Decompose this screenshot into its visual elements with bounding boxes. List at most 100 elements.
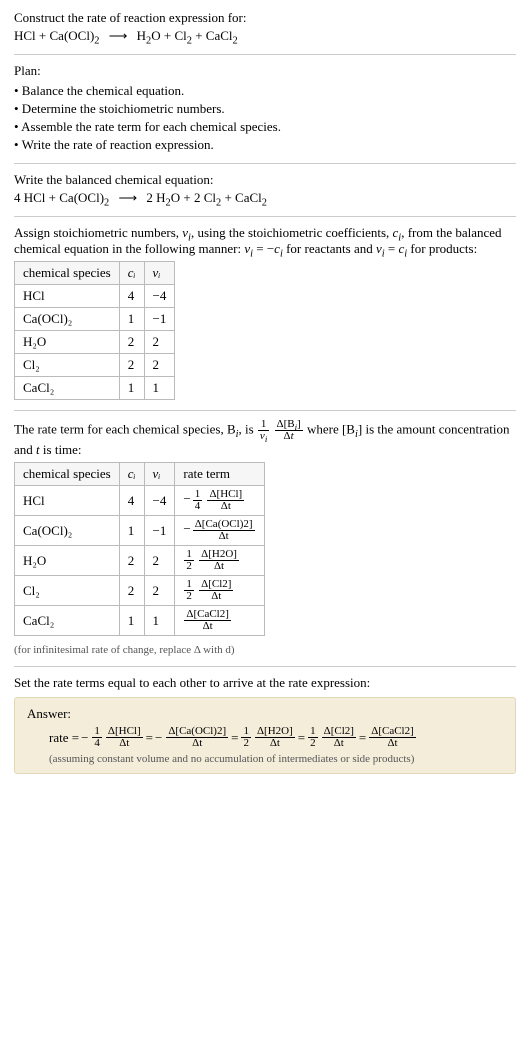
den: 2 [308, 737, 318, 749]
den: Δt [193, 530, 255, 542]
den: 2 [184, 560, 194, 572]
answer-label: Answer: [27, 706, 503, 722]
num: 1 [193, 489, 203, 500]
coef-frac: 12 [184, 579, 194, 602]
neg-sign: − [81, 730, 88, 746]
table-row: H₂O2212 Δ[H2O]Δt [15, 546, 265, 576]
rt-t2: , is [239, 421, 257, 436]
den: 2 [241, 737, 251, 749]
dbi: Δ[B [277, 418, 295, 430]
num: 1 [92, 726, 102, 737]
divider [14, 54, 516, 55]
den: Δt [207, 500, 244, 512]
stoich-table: chemical species cᵢ νᵢ HCl4−4 Ca(OCl)₂1−… [14, 261, 175, 400]
bal-rhs-1: 2 H [146, 190, 165, 205]
balanced-section: Write the balanced chemical equation: 4 … [14, 172, 516, 206]
table-cell: 4 [119, 486, 144, 516]
table-cell: Ca(OCl)₂ [15, 308, 120, 331]
frac-num: Δ[Bi] [275, 419, 303, 430]
frac-den: νi [258, 430, 269, 442]
assign-t5: for products: [407, 241, 477, 256]
table-cell: Ca(OCl)₂ [15, 516, 120, 546]
close: ] [297, 418, 301, 430]
neg-sign: − [183, 491, 190, 506]
table-row: Cl₂22 [15, 354, 175, 377]
eq-rhs-3-sub: 2 [233, 36, 238, 47]
table-row: HCl4−4−14 Δ[HCl]Δt [15, 486, 265, 516]
rateterm-text: The rate term for each chemical species,… [14, 419, 516, 458]
den: 2 [184, 590, 194, 602]
table-cell: −4 [144, 486, 175, 516]
table-cell: H₂O [15, 331, 120, 354]
assign-t4: for reactants and [283, 241, 376, 256]
eq-sign: = [298, 730, 305, 746]
dhcl-dt: Δ[HCl]Δt [106, 726, 143, 749]
plan-bullet: • Assemble the rate term for each chemic… [14, 119, 516, 135]
divider [14, 163, 516, 164]
divider [14, 410, 516, 411]
den: 4 [92, 737, 102, 749]
table-cell: 1 [119, 377, 144, 400]
dcaocl-dt: Δ[Ca(OCl)2]Δt [166, 726, 228, 749]
table-cell: 2 [119, 546, 144, 576]
dconc-dt: Δ[H2O]Δt [199, 549, 239, 572]
table-header: νᵢ [144, 463, 175, 486]
neg-sign: − [155, 730, 162, 746]
bal-rhs-1-tail: O + 2 Cl [171, 190, 216, 205]
table-cell: 2 [119, 576, 144, 606]
bal-rhs-2-tail: + CaCl [221, 190, 262, 205]
setterms-section: Set the rate terms equal to each other t… [14, 675, 516, 774]
nui-header: νᵢ [153, 466, 161, 481]
nu-sub: i [265, 434, 267, 444]
dconc-dt: Δ[Cl2]Δt [199, 579, 233, 602]
plan-section: Plan: • Balance the chemical equation. •… [14, 63, 516, 153]
table-cell: Cl₂ [15, 354, 120, 377]
rt-t1: The rate term for each chemical species,… [14, 421, 236, 436]
t: t [291, 430, 294, 442]
construct-title: Construct the rate of reaction expressio… [14, 10, 516, 26]
assign-t1: Assign stoichiometric numbers, [14, 225, 182, 240]
bal-rhs-3-sub: 2 [262, 198, 267, 209]
den: Δt [322, 737, 356, 749]
num: 1 [241, 726, 251, 737]
table-cell: 1 [119, 516, 144, 546]
one-fourth: 14 [92, 726, 102, 749]
num: Δ[H2O] [199, 549, 239, 560]
assign-text: Assign stoichiometric numbers, νi, using… [14, 225, 516, 257]
num: 1 [308, 726, 318, 737]
eq-sign: = [231, 730, 238, 746]
dconc-dt: Δ[HCl]Δt [207, 489, 244, 512]
eq-sign: = [146, 730, 153, 746]
table-header-row: chemical species cᵢ νᵢ rate term [15, 463, 265, 486]
plan-bullets: • Balance the chemical equation. • Deter… [14, 83, 516, 153]
unbalanced-equation: HCl + Ca(OCl)2 ⟶ H2O + Cl2 + CaCl2 [14, 28, 516, 44]
den: Δt [106, 737, 143, 749]
num: Δ[HCl] [207, 489, 244, 500]
arrow-icon: ⟶ [103, 28, 134, 43]
den: Δt [255, 737, 295, 749]
nui-header: νᵢ [153, 265, 161, 280]
divider [14, 666, 516, 667]
den: Δt [369, 737, 416, 749]
eq-rhs-1: H [137, 28, 146, 43]
one-half: 12 [308, 726, 318, 749]
num: Δ[Ca(OCl)2] [193, 519, 255, 530]
one-over-nu: 1 νi [258, 419, 269, 442]
table-cell: −1 [144, 516, 175, 546]
den: 4 [193, 500, 203, 512]
coef-frac: 14 [193, 489, 203, 512]
table-header-row: chemical species cᵢ νᵢ [15, 262, 175, 285]
eq-rhs-2-tail: + CaCl [192, 28, 233, 43]
construct-section: Construct the rate of reaction expressio… [14, 10, 516, 44]
table-header: cᵢ [119, 463, 144, 486]
table-cell: HCl [15, 486, 120, 516]
plan-bullet: • Write the rate of reaction expression. [14, 137, 516, 153]
table-row: Ca(OCl)₂1−1 [15, 308, 175, 331]
den: Δt [166, 737, 228, 749]
num: Δ[CaCl2] [369, 726, 416, 737]
table-cell: 2 [144, 331, 175, 354]
answer-equation: rate = − 14 Δ[HCl]Δt = − Δ[Ca(OCl)2]Δt =… [49, 726, 503, 749]
den: Δt [199, 560, 239, 572]
table-cell: 4 [119, 285, 144, 308]
assign-t2: , using the stoichiometric coefficients, [191, 225, 393, 240]
